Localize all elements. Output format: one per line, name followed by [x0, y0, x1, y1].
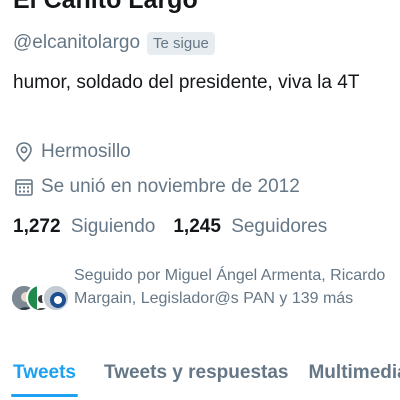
profile-screen: El Canito Largo @elcanitolargo Te sigue … [0, 0, 400, 400]
follower-avatars [10, 284, 72, 318]
handle-row: @elcanitolargo Te sigue [13, 30, 215, 56]
tab-tweets[interactable]: Tweets [11, 357, 79, 400]
calendar-icon [13, 176, 35, 198]
following-label: Siguiendo [70, 216, 156, 237]
tab-media[interactable]: Multimedia [308, 357, 400, 400]
tab-label: Tweets y respuestas [104, 362, 289, 383]
tab-tweets-replies[interactable]: Tweets y respuestas [104, 357, 288, 400]
tab-label: Tweets [13, 362, 77, 383]
active-tab-indicator [11, 394, 79, 397]
followed-by-text: Seguido por Miguel Ángel Armenta, Ricard… [74, 267, 386, 307]
display-name: El Canito Largo [13, 0, 198, 14]
location-pin-icon [13, 141, 35, 163]
tab-label: Multimedia [308, 362, 400, 383]
following-link[interactable]: 1,272 Siguiendo [13, 216, 155, 238]
location-text: Hermosillo [41, 141, 131, 162]
following-count: 1,272 [13, 216, 61, 237]
followers-count: 1,245 [173, 216, 221, 237]
avatar [42, 284, 70, 312]
joined-text: Se unió en noviembre de 2012 [41, 176, 300, 197]
joined-row: Se unió en noviembre de 2012 [13, 174, 300, 200]
followers-link[interactable]: 1,245 Seguidores [173, 216, 327, 238]
followers-label: Seguidores [231, 216, 328, 237]
bio: humor, soldado del presidente, viva la 4… [13, 72, 360, 93]
location-row: Hermosillo [13, 139, 131, 165]
handle: @elcanitolargo [13, 32, 141, 53]
profile-tabs: Tweets Tweets y respuestas Multimedia [0, 357, 400, 400]
follows-you-badge: Te sigue [147, 31, 215, 55]
followed-by-block[interactable]: Seguido por Miguel Ángel Armenta, Ricard… [10, 264, 395, 338]
stats-row: 1,272 Siguiendo 1,245 Seguidores [13, 214, 327, 240]
